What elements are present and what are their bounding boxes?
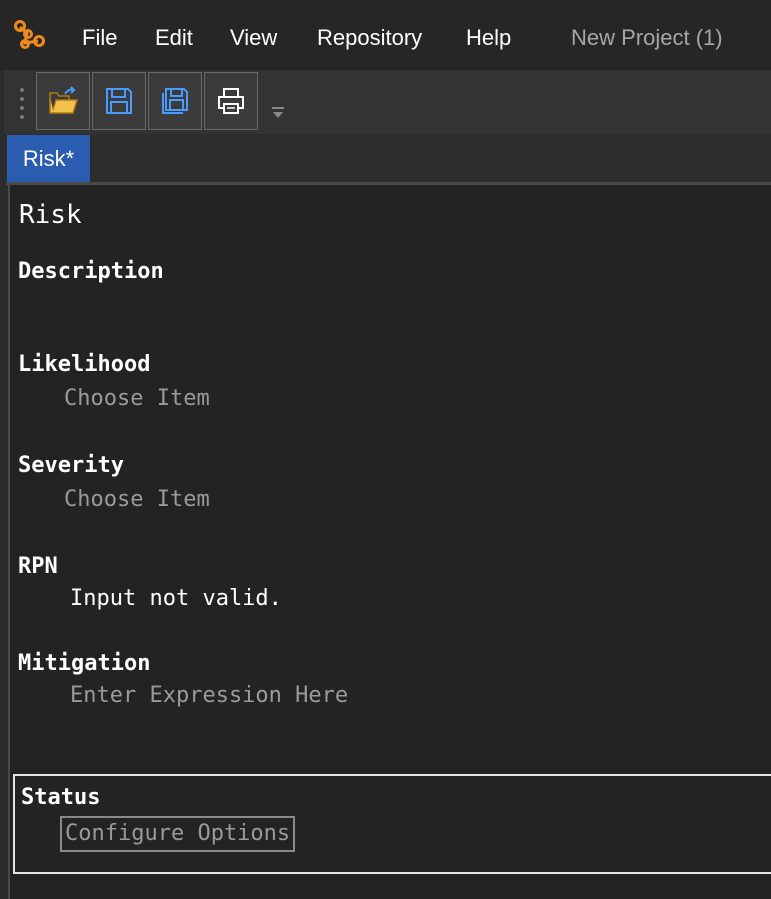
folder-open-icon [49,86,79,114]
tab-risk[interactable]: Risk* [7,135,90,183]
risk-editor: Risk Description Likelihood Choose Item … [8,185,771,899]
mitigation-label: Mitigation [18,651,151,676]
menu-bar: File Edit View Repository Help New Proje… [0,0,771,70]
likelihood-select[interactable]: Choose Item [64,385,210,413]
description-label: Description [18,259,164,284]
menu-file[interactable]: File [82,24,117,52]
print-icon [218,88,244,114]
toolbar-overflow-icon[interactable] [271,106,285,120]
status-section: Status Configure Options [13,774,771,874]
status-label: Status [21,785,101,810]
save-all-icon [162,88,188,114]
open-button[interactable] [36,72,90,130]
likelihood-label: Likelihood [18,352,151,377]
severity-select[interactable]: Choose Item [64,486,210,514]
menu-edit[interactable]: Edit [155,24,193,52]
print-button[interactable] [204,72,258,130]
toolbar-grip-icon[interactable] [19,87,25,121]
configure-options-button[interactable]: Configure Options [60,816,296,852]
app-logo-icon [14,20,45,49]
severity-label: Severity [18,453,124,478]
rpn-label: RPN [18,554,58,579]
tab-strip: Risk* [4,134,771,184]
save-button[interactable] [92,72,146,130]
menu-help[interactable]: Help [466,24,511,52]
menu-repository[interactable]: Repository [317,24,422,52]
rpn-value: Input not valid. [70,586,282,611]
window-title: New Project (1) [571,25,723,50]
menu-view[interactable]: View [230,24,277,52]
document-title: Risk [19,200,82,230]
toolbar [4,70,771,134]
save-icon [106,88,132,114]
save-all-button[interactable] [148,72,202,130]
mitigation-expression-input[interactable]: Enter Expression Here [70,682,348,710]
